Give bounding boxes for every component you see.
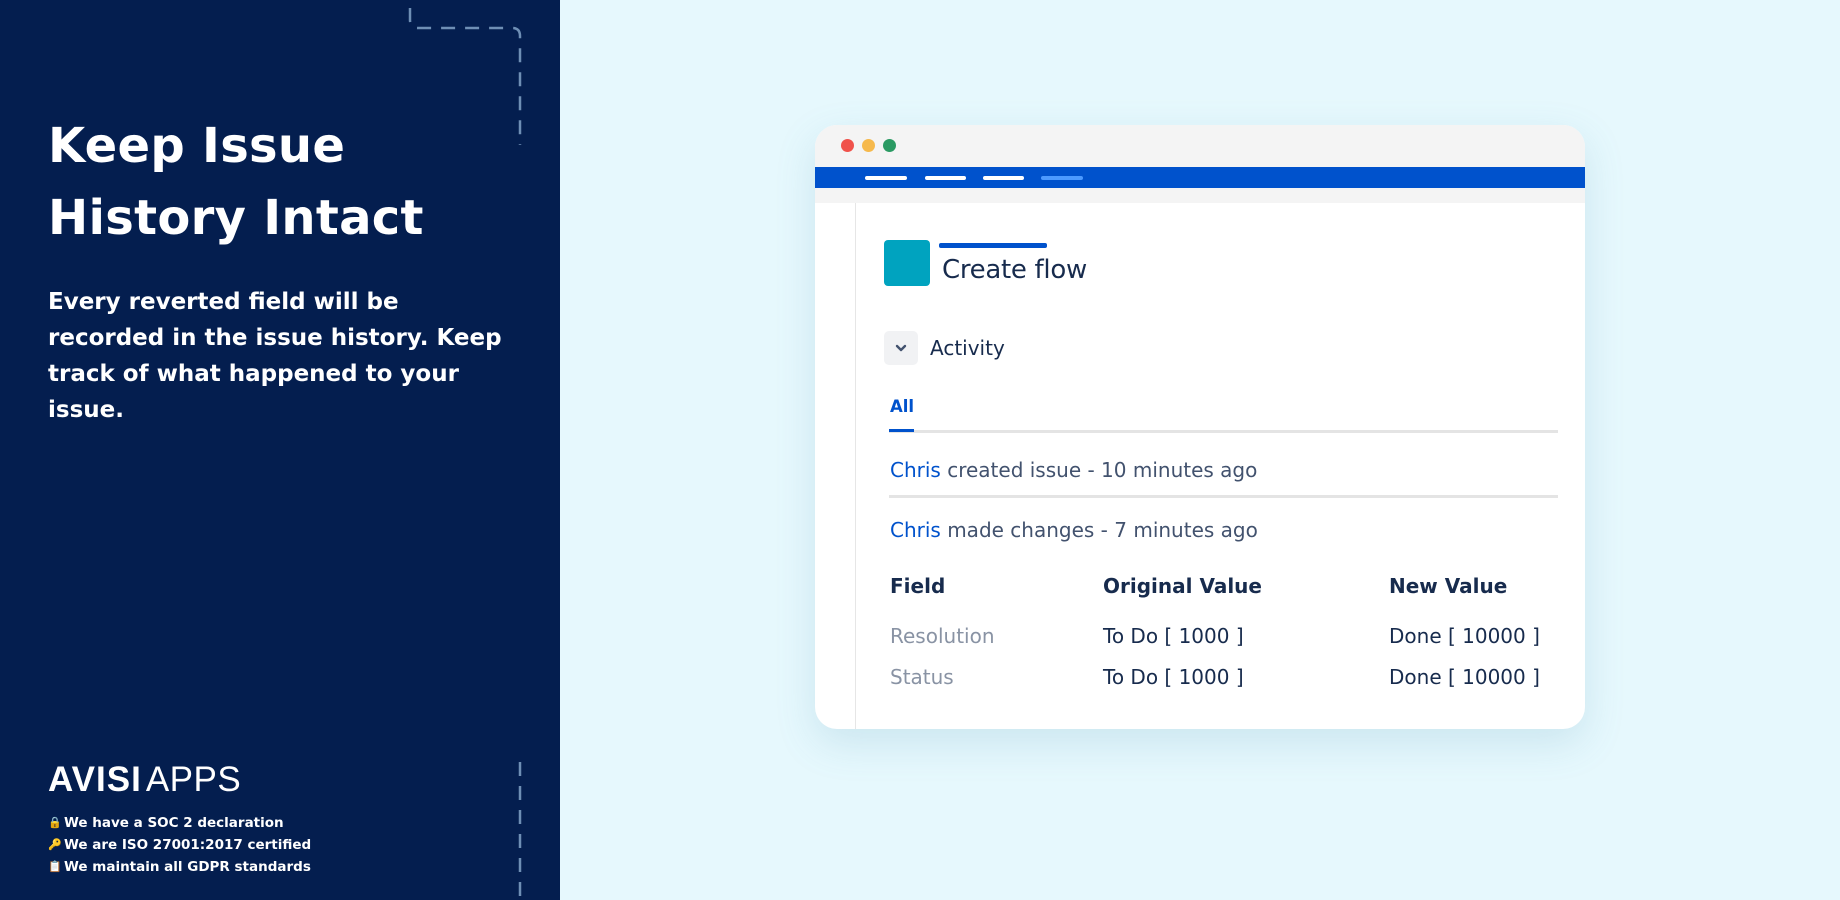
table-cell-field: Status xyxy=(890,665,954,689)
nav-placeholder-item xyxy=(925,176,966,180)
table-header-new: New Value xyxy=(1389,574,1508,598)
brand-light: APPS xyxy=(145,760,242,799)
user-link[interactable]: Chris xyxy=(890,458,941,482)
headline: Keep Issue History Intact xyxy=(48,118,424,246)
table-cell-new: Done [ 10000 ] xyxy=(1389,624,1540,648)
tab-all[interactable]: All xyxy=(890,397,914,416)
avisi-apps-logo: AVISI APPS xyxy=(48,760,241,800)
tab-active-indicator xyxy=(889,429,914,432)
issue-title: Create flow xyxy=(942,255,1087,285)
nav-placeholder-item xyxy=(983,176,1024,180)
cert-text: We have a SOC 2 declaration xyxy=(64,815,284,831)
chevron-down-icon xyxy=(895,344,907,352)
table-cell-field: Resolution xyxy=(890,624,995,648)
clipboard-icon: 📋 xyxy=(48,860,62,873)
breadcrumb-placeholder xyxy=(939,243,1047,248)
activity-heading: Activity xyxy=(930,336,1005,360)
activity-entry: Chris made changes - 7 minutes ago xyxy=(890,518,1258,542)
sidebar-divider xyxy=(855,203,856,729)
nav-placeholder-item-active xyxy=(1041,176,1083,180)
issue-type-icon xyxy=(884,240,930,286)
jira-navbar xyxy=(815,167,1585,188)
subline: Every reverted field will be recorded in… xyxy=(48,289,502,423)
left-panel: Keep Issue History Intact Every reverted… xyxy=(0,0,560,900)
cert-item-soc2: 🔒 We have a SOC 2 declaration xyxy=(48,812,311,834)
activity-collapse-button[interactable] xyxy=(884,331,918,365)
table-cell-original: To Do [ 1000 ] xyxy=(1103,624,1244,648)
table-cell-original: To Do [ 1000 ] xyxy=(1103,665,1244,689)
maximize-dot-icon xyxy=(883,139,896,152)
user-link[interactable]: Chris xyxy=(890,518,941,542)
close-dot-icon xyxy=(841,139,854,152)
brand-strong: AVISI xyxy=(48,760,142,799)
table-header-field: Field xyxy=(890,574,946,598)
browser-window-mockup: Create flow Activity All Chris created i… xyxy=(815,125,1585,729)
table-header-original: Original Value xyxy=(1103,574,1262,598)
entry-divider xyxy=(889,495,1558,498)
activity-entry: Chris created issue - 10 minutes ago xyxy=(890,458,1257,482)
table-cell-new: Done [ 10000 ] xyxy=(1389,665,1540,689)
key-icon: 🔑 xyxy=(48,838,62,851)
cert-item-iso: 🔑 We are ISO 27001:2017 certified xyxy=(48,834,311,856)
window-titlebar xyxy=(815,125,1585,167)
cert-text: We are ISO 27001:2017 certified xyxy=(64,837,312,853)
dashed-line-decoration xyxy=(518,762,522,900)
cert-list: 🔒 We have a SOC 2 declaration 🔑 We are I… xyxy=(48,812,311,878)
entry-text: created issue - 10 minutes ago xyxy=(940,458,1258,482)
cert-item-gdpr: 📋 We maintain all GDPR standards xyxy=(48,856,311,878)
toolbar-strip xyxy=(815,188,1585,203)
lock-icon: 🔒 xyxy=(48,816,62,829)
minimize-dot-icon xyxy=(862,139,875,152)
tab-rule xyxy=(889,430,1558,433)
nav-placeholder-item xyxy=(865,176,907,180)
cert-text: We maintain all GDPR standards xyxy=(64,859,311,875)
entry-text: made changes - 7 minutes ago xyxy=(940,518,1258,542)
